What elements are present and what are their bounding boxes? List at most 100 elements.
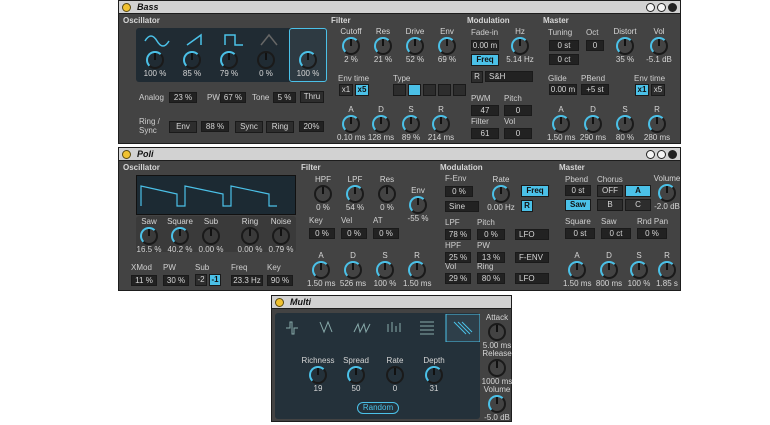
release-knob[interactable]: Release 1000 ms [481, 349, 513, 387]
ring-button[interactable]: Ring [266, 121, 294, 133]
chorus-a-button[interactable]: A [625, 185, 651, 197]
osc-freq-field[interactable]: 23.3 Hz [231, 275, 263, 286]
filter-type-lp-button[interactable] [393, 84, 406, 96]
mod-ring-field[interactable]: 80 % [477, 273, 505, 284]
random-button[interactable]: Random [357, 402, 399, 414]
amp-attack-knob[interactable]: A 1.50 ms [563, 251, 591, 289]
tab-2-icon[interactable] [310, 314, 344, 342]
master-volume-knob[interactable]: Volume -2.0 dB [652, 174, 682, 212]
osc4-level-knob[interactable]: 0 % [252, 51, 280, 79]
volume-knob[interactable]: Volume -5.0 dB [481, 385, 513, 423]
osc-key-field[interactable]: 90 % [267, 275, 293, 286]
device-power-toggle[interactable] [122, 150, 131, 159]
mod-lpf-field[interactable]: 78 % [445, 229, 471, 240]
analog-field[interactable]: 23 % [169, 92, 197, 103]
filter-decay-knob[interactable]: D 128 ms [367, 105, 395, 143]
tone-field[interactable]: 5 % [273, 92, 296, 103]
depth-knob[interactable]: Depth 31 [416, 356, 452, 394]
osc3-level-knob[interactable]: 79 % [215, 51, 243, 79]
mod-filter-field[interactable]: 61 [471, 128, 499, 139]
richness-knob[interactable]: Richness 19 [300, 356, 336, 394]
tab-5-icon[interactable] [412, 314, 446, 342]
filter-at-field[interactable]: 0 % [373, 228, 399, 239]
filter-env-knob[interactable]: Env 69 % [433, 27, 461, 65]
master-env-x1-button[interactable]: x1 [635, 84, 649, 96]
unfold-icon[interactable] [668, 150, 677, 159]
mod-vol-field[interactable]: 29 % [445, 273, 471, 284]
filter-release-knob[interactable]: R 1.50 ms [403, 251, 431, 289]
tab-4-icon[interactable] [378, 314, 412, 342]
osc1-level-knob[interactable]: 100 % [141, 51, 169, 79]
filter-type-lp2-button[interactable] [408, 84, 421, 96]
filter-type-bp-button[interactable] [438, 84, 451, 96]
lpf-knob[interactable]: LPF 54 % [341, 175, 369, 213]
amp-sustain-knob[interactable]: S 80 % [611, 105, 639, 143]
filter-vel-field[interactable]: 0 % [341, 228, 367, 239]
filter-type-notch-button[interactable] [453, 84, 466, 96]
filter-decay-knob[interactable]: D 526 ms [339, 251, 367, 289]
sub-knob[interactable]: Sub 0.00 % [193, 217, 229, 255]
res-knob[interactable]: Res 0 % [373, 175, 401, 213]
master-vol-knob[interactable]: Vol -5.1 dB [645, 27, 673, 65]
pw-field[interactable]: 30 % [163, 275, 189, 286]
device-power-toggle[interactable] [275, 298, 284, 307]
thru-button[interactable]: Thru [300, 91, 324, 103]
cutoff-knob[interactable]: Cutoff 2 % [337, 27, 365, 65]
filter-release-knob[interactable]: R 214 ms [427, 105, 455, 143]
fenv-field[interactable]: 0 % [445, 186, 473, 197]
spread-knob[interactable]: Spread 50 [338, 356, 374, 394]
tab-3-icon[interactable] [344, 314, 378, 342]
mod-ring-source-select[interactable]: LFO [515, 273, 549, 284]
pbend-field[interactable]: +5 st [581, 84, 609, 95]
chorus-off-button[interactable]: OFF [597, 185, 623, 197]
ring-amount-field[interactable]: 88 % [201, 121, 229, 132]
square-field[interactable]: 0 st [565, 228, 595, 239]
lfo-freq-button[interactable]: Freq [521, 185, 549, 197]
amp-sustain-knob[interactable]: S 100 % [625, 251, 653, 289]
chorus-c-button[interactable]: C [625, 199, 651, 211]
xmod-field[interactable]: 11 % [131, 275, 157, 286]
filter-type-hp-button[interactable] [423, 84, 436, 96]
hot-swap-icon[interactable] [646, 150, 655, 159]
amp-decay-knob[interactable]: D 290 ms [579, 105, 607, 143]
device-power-toggle[interactable] [122, 3, 131, 12]
fade-in-field[interactable]: 0.00 m [471, 40, 499, 51]
save-preset-icon[interactable] [657, 3, 666, 12]
filter-attack-knob[interactable]: A 1.50 ms [307, 251, 335, 289]
lfo-rate-knob[interactable]: Rate 0.00 Hz [487, 175, 515, 213]
rnd-pan-field[interactable]: 0 % [637, 228, 667, 239]
amp-decay-knob[interactable]: D 800 ms [595, 251, 623, 289]
sub-octave-m2-button[interactable]: -2 [195, 274, 207, 286]
res-knob[interactable]: Res 21 % [369, 27, 397, 65]
lfo-rate-knob[interactable]: Hz 5.14 Hz [506, 27, 534, 65]
unfold-icon[interactable] [668, 3, 677, 12]
lfo-shape-select[interactable]: S&H [485, 71, 533, 82]
pwm-field[interactable]: 47 [471, 105, 499, 116]
osc5-level-knob[interactable]: 100 % [294, 51, 322, 79]
lfo-shape-select[interactable]: Sine [445, 201, 479, 212]
sync-button[interactable]: Sync [235, 121, 263, 133]
chorus-b-button[interactable]: B [597, 199, 623, 211]
saw-field[interactable]: 0 ct [601, 228, 631, 239]
amp-release-knob[interactable]: R 1.85 s [653, 251, 681, 289]
filter-env-knob[interactable]: Env -55 % [404, 186, 432, 224]
save-preset-icon[interactable] [657, 150, 666, 159]
master-env-x5-button[interactable]: x5 [651, 84, 665, 96]
filter-sustain-knob[interactable]: S 89 % [397, 105, 425, 143]
noise-knob[interactable]: Noise 0.79 % [263, 217, 299, 255]
filter-sustain-knob[interactable]: S 100 % [371, 251, 399, 289]
drive-knob[interactable]: Drive 52 % [401, 27, 429, 65]
lfo-retrigger-button[interactable]: R [471, 71, 483, 83]
ring-env-button[interactable]: Env [169, 121, 197, 133]
mod-pitch-source-select[interactable]: LFO [515, 229, 549, 240]
mod-pitch-field[interactable]: 0 % [477, 229, 505, 240]
mod-pw-source-select[interactable]: F-ENV [515, 252, 549, 263]
tab-6-icon[interactable] [446, 314, 480, 342]
hpf-knob[interactable]: HPF 0 % [309, 175, 337, 213]
amp-attack-knob[interactable]: A 1.50 ms [547, 105, 575, 143]
lfo-freq-button[interactable]: Freq [471, 54, 499, 66]
ring-value-field[interactable]: 20% [299, 121, 324, 132]
env-time-x5-button[interactable]: x5 [355, 84, 369, 96]
env-time-x1-button[interactable]: x1 [339, 84, 353, 96]
oct-select[interactable]: 0 [586, 40, 604, 51]
